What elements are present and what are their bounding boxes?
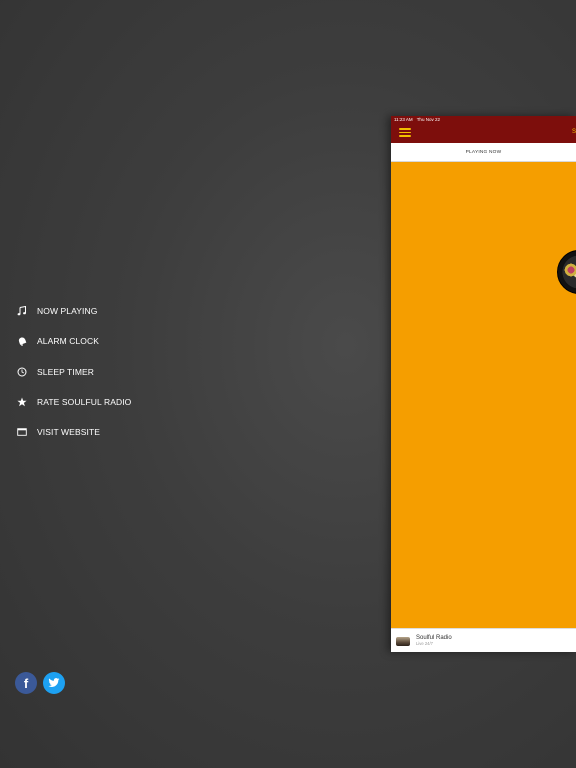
station-logo	[557, 250, 576, 294]
status-time: 11:23 AM	[394, 117, 413, 122]
clock-icon	[16, 366, 28, 378]
status-date: Thu Nov 22	[416, 117, 440, 122]
alarm-bell-icon	[16, 335, 28, 347]
hamburger-menu-icon[interactable]	[399, 128, 411, 137]
tab-bar: PLAYING NOW	[391, 143, 576, 162]
menu-item-label: SLEEP TIMER	[37, 366, 95, 377]
facebook-button[interactable]: f	[15, 672, 37, 694]
player-info: Soulful Radio Live 24/7	[416, 635, 452, 647]
header-title: S	[572, 129, 576, 135]
facebook-icon: f	[23, 675, 29, 691]
twitter-button[interactable]	[43, 672, 65, 694]
tab-playing-now[interactable]: PLAYING NOW	[391, 150, 576, 155]
star-icon	[16, 396, 28, 408]
browser-window-icon	[16, 426, 28, 438]
menu-item-sleep-timer[interactable]: SLEEP TIMER	[0, 357, 380, 387]
twitter-icon	[48, 676, 60, 691]
music-note-icon	[16, 305, 28, 317]
side-menu: NOW PLAYING ALARM CLOCK SLEEP TIMER RATE…	[0, 296, 380, 447]
menu-item-label: RATE SOULFUL RADIO	[37, 397, 132, 408]
menu-item-label: ALARM CLOCK	[37, 336, 100, 347]
social-links: f	[15, 672, 65, 694]
menu-item-alarm-clock[interactable]: ALARM CLOCK	[0, 326, 380, 356]
menu-item-label: NOW PLAYING	[37, 306, 98, 317]
menu-item-label: VISIT WEBSITE	[37, 427, 101, 438]
now-playing-content	[391, 162, 576, 628]
mini-player[interactable]: Soulful Radio Live 24/7	[391, 628, 576, 652]
app-header: 11:23 AM Thu Nov 22 S	[391, 116, 576, 143]
menu-item-visit-website[interactable]: VISIT WEBSITE	[0, 417, 380, 447]
menu-item-now-playing[interactable]: NOW PLAYING	[0, 296, 380, 326]
app-panel[interactable]: 11:23 AM Thu Nov 22 S PLAYING NOW Soulfu…	[391, 116, 576, 652]
status-bar: 11:23 AM Thu Nov 22	[394, 117, 440, 122]
station-thumbnail	[396, 636, 410, 646]
menu-item-rate[interactable]: RATE SOULFUL RADIO	[0, 387, 380, 417]
player-subtitle: Live 24/7	[416, 641, 433, 647]
